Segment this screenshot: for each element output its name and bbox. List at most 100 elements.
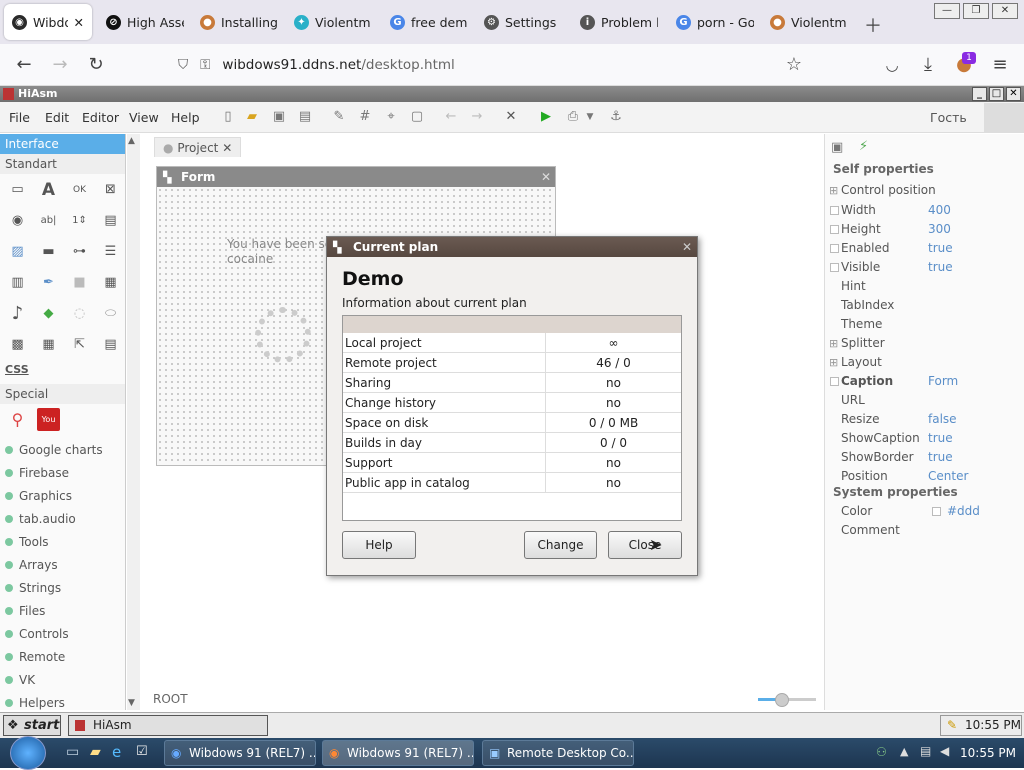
tab-violentmonkey-2[interactable]: ● Violentm [762,4,856,40]
youtube-icon[interactable]: You [37,408,60,431]
grid-component-icon[interactable]: ▤ [95,329,126,360]
category-graphics[interactable]: Graphics [0,484,125,507]
shapes-component-icon[interactable]: ◆ [33,298,64,329]
category-tools[interactable]: Tools [0,530,125,553]
menu-edit[interactable]: Edit [45,110,69,125]
restore-button[interactable]: ❐ [963,3,989,19]
url-bar[interactable]: ⛉ ⚿ wibdows91.ddns.net/desktop.html [178,50,816,80]
category-arrays[interactable]: Arrays [0,553,125,576]
film-component-icon[interactable]: ▦ [95,267,126,298]
category-strings[interactable]: Strings [0,576,125,599]
redo-arrow-icon[interactable]: → [469,109,485,125]
menu-hamburger-icon[interactable]: ≡ [988,53,1012,77]
undo-arrow-icon[interactable]: ← [443,109,459,125]
checkbox-icon[interactable] [830,225,839,234]
section-special[interactable]: Special [0,384,125,404]
checkbox-icon[interactable] [830,377,839,386]
close-button[interactable]: Close [608,531,682,559]
open-folder-icon[interactable]: ▰ [244,109,260,125]
host-clock[interactable]: 10:55 PM [960,746,1016,760]
app-pin-icon[interactable]: ☑ [136,744,148,759]
taskbar-item-remote-desktop[interactable]: ▣ Remote Desktop Co... [482,740,634,766]
property-row-color[interactable]: Color #ddd [825,502,1024,521]
radio-component-icon[interactable]: ◉ [2,205,33,236]
delete-icon[interactable]: ✕ [503,109,519,125]
scroll-down-icon[interactable]: ▼ [128,698,135,708]
property-row-splitter[interactable]: ⊞ Splitter [825,334,1024,353]
tray-clock[interactable]: ✎ 10:55 PM [940,715,1022,736]
change-button[interactable]: Change [524,531,597,559]
left-scrollbar[interactable]: ▲ ▼ [127,134,140,710]
property-row-position[interactable]: Position Center [825,467,1024,486]
property-row-height[interactable]: Height 300 [825,220,1024,239]
forward-icon[interactable]: → [48,53,72,77]
tab-project[interactable]: ● Project ✕ [154,137,242,157]
category-tab-audio[interactable]: tab.audio [0,507,125,530]
build-icon[interactable]: ⎙ [565,109,581,125]
category-files[interactable]: Files [0,599,125,622]
fit-icon[interactable]: ▢ [409,109,425,125]
folder-icon[interactable]: ▰ [90,744,101,760]
section-css[interactable]: CSS [0,360,125,380]
back-icon[interactable]: ← [12,53,36,77]
properties-icon[interactable]: ▣ [831,140,843,155]
section-interface[interactable]: Interface [0,134,125,154]
window-component-icon[interactable]: ▭ [2,174,33,205]
help-button[interactable]: Help [342,531,416,559]
image-component-icon[interactable]: ▨ [2,236,33,267]
scroll-up-icon[interactable]: ▲ [128,136,135,146]
anchor-icon[interactable]: ⚓ [608,109,624,125]
checkbox-icon[interactable] [830,263,839,272]
bookmark-star-icon[interactable]: ☆ [782,53,806,77]
chevron-down-icon[interactable]: ▼ [582,109,598,125]
menu-file[interactable]: File [9,110,30,125]
circle-dotted-icon[interactable]: ◌ [64,298,95,329]
list-component-icon[interactable]: ☰ [95,236,126,267]
tab-high-assets[interactable]: ⊘ High Asse [98,4,192,40]
category-google-charts[interactable]: Google charts [0,438,125,461]
form-title-bar[interactable]: ▚ Form ✕ [157,167,555,187]
progress-component-icon[interactable]: ▬ [33,236,64,267]
network-users-icon[interactable]: ⚇ [876,745,887,759]
chart-component-icon[interactable]: ▩ [2,329,33,360]
show-desktop-icon[interactable]: ▭ [66,744,79,760]
expand-icon[interactable]: ⊞ [829,353,838,369]
events-icon[interactable]: ⚡ [859,139,868,154]
property-row-tabindex[interactable]: TabIndex [825,296,1024,315]
property-row-width[interactable]: Width 400 [825,201,1024,220]
combobox-component-icon[interactable]: ▥ [2,267,33,298]
memo-component-icon[interactable]: ▤ [95,205,126,236]
property-row-control-position[interactable]: ⊞ Control position [825,181,1024,200]
trackbar-component-icon[interactable]: ⊶ [64,236,95,267]
property-row-url[interactable]: URL [825,391,1024,410]
zoom-slider-thumb[interactable] [775,693,789,707]
download-icon[interactable]: ⤓ [916,53,940,77]
app-maximize-button[interactable]: □ [989,87,1004,101]
calendar-component-icon[interactable]: ▦ [33,329,64,360]
close-window-button[interactable]: ✕ [992,3,1018,19]
tray-expand-icon[interactable]: ▲ [900,745,908,758]
property-row-showborder[interactable]: ShowBorder true [825,448,1024,467]
dialog-title-bar[interactable]: ▚ Current plan ✕ [327,237,697,257]
tab-wibdows[interactable]: ◉Wibdo✕ [4,4,92,40]
tab-installing[interactable]: ● Installing [192,4,286,40]
grid-icon[interactable]: # [357,109,373,125]
button-component-icon[interactable]: OK [64,174,95,205]
taskbar-item-hiasm[interactable]: HiAsm [68,715,268,736]
tab-violentmonkey[interactable]: ✦ Violentm [286,4,380,40]
property-row-showcaption[interactable]: ShowCaption true [825,429,1024,448]
category-vk[interactable]: VK [0,668,125,691]
user-avatar[interactable] [984,103,1024,132]
property-row-theme[interactable]: Theme [825,315,1024,334]
checkbox-icon[interactable] [830,244,839,253]
edit-icon[interactable]: ✎ [331,109,347,125]
category-firebase[interactable]: Firebase [0,461,125,484]
cursor-component-icon[interactable]: ⇱ [64,329,95,360]
save-icon[interactable]: ▣ [271,109,287,125]
tab-free-demo[interactable]: Gfree demo [382,4,476,40]
close-component-icon[interactable]: ⊠ [95,174,126,205]
pocket-icon[interactable]: ◡ [880,53,904,77]
taskbar-item-chrome[interactable]: ◉ Wibdows 91 (REL7) ... [164,740,316,766]
category-helpers[interactable]: Helpers [0,691,125,714]
spin-component-icon[interactable]: 1⇕ [64,205,95,236]
